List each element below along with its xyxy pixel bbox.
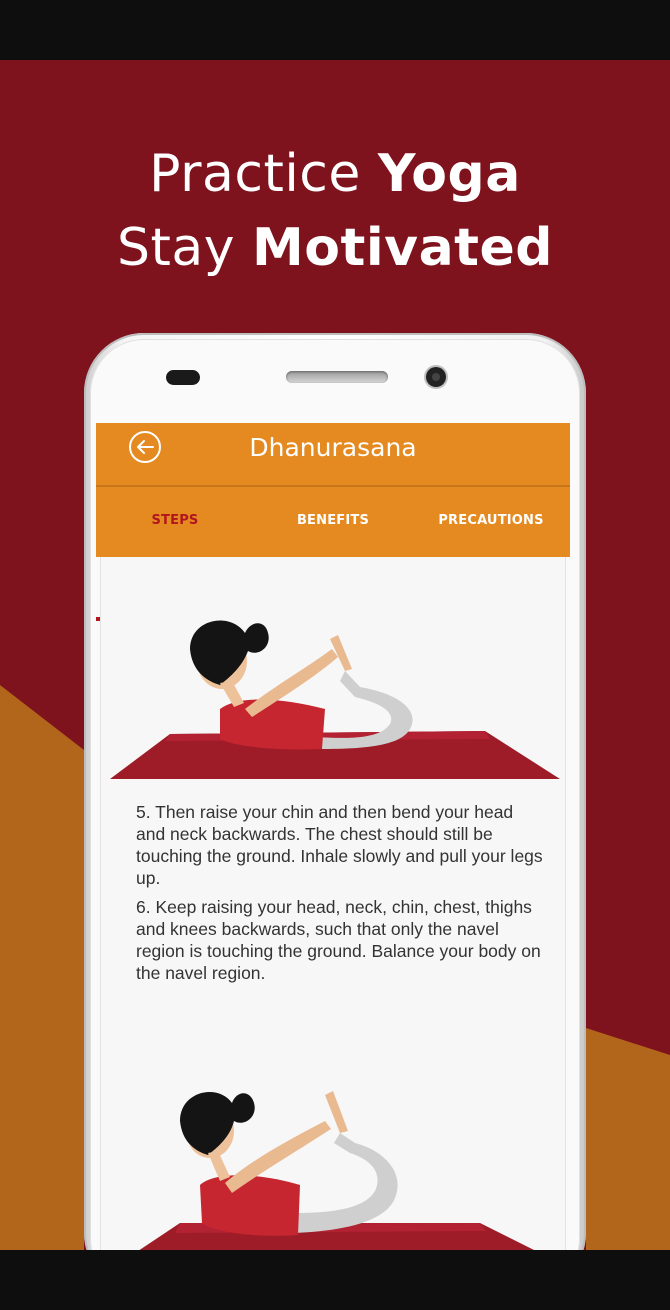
app-bar: Dhanurasana <box>96 423 570 485</box>
screenshot: Practice Yoga Stay Motivated Dhanurasana… <box>0 0 670 1310</box>
proximity-sensor <box>166 370 200 385</box>
pose-illustration-step-6 <box>120 1091 560 1263</box>
step-item: 5. Then raise your chin and then bend yo… <box>136 802 543 888</box>
front-camera <box>426 367 446 387</box>
tab-bar: STEPS BENEFITS PRECAUTIONS <box>96 487 570 621</box>
pose-illustration-step-5 <box>110 620 560 779</box>
steps-text: 5. Then raise your chin and then bend yo… <box>136 801 546 991</box>
page-title: Dhanurasana <box>249 433 417 462</box>
tab-steps[interactable]: STEPS <box>96 487 254 557</box>
steps-content[interactable]: 5. Then raise your chin and then bend yo… <box>100 557 566 1263</box>
tab-benefits[interactable]: BENEFITS <box>254 487 412 557</box>
promo-headline-line-1: Practice Yoga <box>149 144 521 204</box>
app-screen: Dhanurasana STEPS BENEFITS PRECAUTIONS 5… <box>96 423 570 1263</box>
clipped-previous-text <box>138 559 338 565</box>
tab-precautions[interactable]: PRECAUTIONS <box>412 487 570 557</box>
earpiece-speaker <box>286 371 388 383</box>
navigation-bar <box>0 1250 670 1310</box>
promo-headline-line-2: Stay Motivated <box>116 218 554 278</box>
status-bar <box>0 0 670 60</box>
step-item: 6. Keep raising your head, neck, chin, c… <box>136 897 541 983</box>
